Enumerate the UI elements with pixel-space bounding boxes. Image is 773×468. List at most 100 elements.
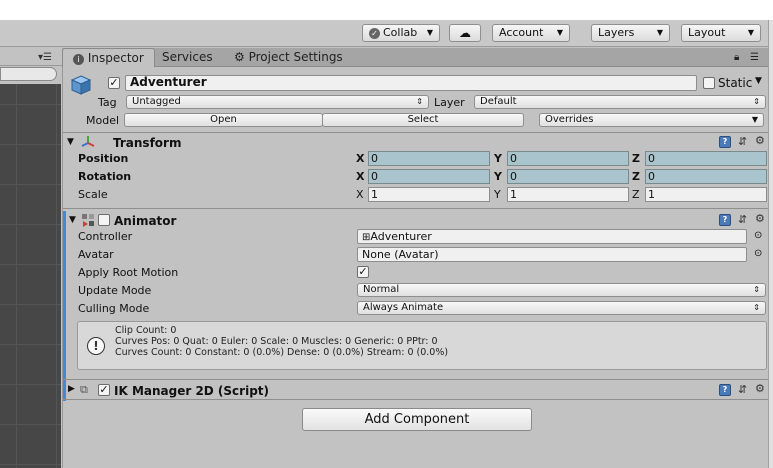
tag-label: Tag [98, 96, 117, 109]
transform-title: Transform [113, 136, 182, 150]
tab-services-label: Services [162, 50, 213, 64]
component-highlight-bar [63, 211, 66, 401]
updown-arrow-icon: ⇕ [753, 285, 760, 294]
static-dropdown-arrow-icon[interactable]: ▼ [755, 76, 762, 86]
tab-project-settings[interactable]: ⚙ Project Settings [234, 48, 343, 67]
settings-gear-icon[interactable]: ⚙ [755, 212, 765, 225]
apply-root-motion-checkbox[interactable]: ✓ [357, 266, 369, 278]
info-icon: i [73, 54, 84, 65]
tab-inspector-label: Inspector [87, 51, 144, 65]
gameobject-name-field[interactable]: Adventurer [125, 75, 697, 91]
divider [63, 379, 773, 380]
layer-label: Layer [434, 96, 465, 109]
help-book-icon[interactable]: ? [719, 136, 731, 148]
updown-arrow-icon: ⇕ [416, 97, 423, 106]
update-mode-dropdown[interactable]: Normal ⇕ [357, 283, 766, 297]
controller-field[interactable]: ⊞Adventurer [357, 229, 747, 244]
foldout-arrow-icon[interactable]: ▼ [69, 215, 76, 225]
divider [63, 399, 773, 400]
position-y-field[interactable]: 0 [507, 151, 629, 166]
panel-menu-icon[interactable]: ☰ [750, 48, 759, 67]
info-line-3: Curves Count: 0 Constant: 0 (0.0%) Dense… [115, 347, 449, 358]
overrides-label: Overrides [545, 114, 594, 125]
cloud-icon: ☁ [459, 26, 471, 40]
layer-value: Default [480, 96, 517, 107]
position-label: Position [78, 152, 129, 165]
dropdown-arrow-icon: ▼ [751, 115, 758, 124]
tab-services[interactable]: Services [162, 48, 213, 67]
rotation-z-field[interactable]: 0 [645, 169, 767, 184]
hierarchy-search-field[interactable] [0, 67, 57, 81]
dropdown-arrow-icon: ▼ [656, 28, 663, 37]
inspector-tab-bar: i Inspector Services ⚙ Project Settings … [62, 48, 773, 67]
collab-button[interactable]: ✓ Collab ▼ [362, 24, 440, 42]
tag-dropdown[interactable]: Untagged ⇕ [126, 95, 429, 109]
overrides-dropdown[interactable]: Overrides ▼ [539, 113, 764, 127]
lock-icon[interactable]: 🔒︎ [734, 48, 739, 67]
preset-sliders-icon[interactable]: ⇵ [738, 135, 747, 148]
scene-view[interactable] [0, 84, 61, 468]
position-x-field[interactable]: 0 [368, 151, 490, 166]
info-line-1: Clip Count: 0 [115, 325, 177, 336]
culling-mode-dropdown[interactable]: Always Animate ⇕ [357, 301, 766, 315]
rotation-x-field[interactable]: 0 [368, 169, 490, 184]
open-button[interactable]: Open [124, 113, 323, 127]
gameobject-active-checkbox[interactable]: ✓ [108, 77, 120, 89]
foldout-arrow-icon[interactable]: ▼ [67, 137, 74, 147]
scale-y-axis: Y [494, 188, 501, 201]
scale-x-axis: X [356, 188, 364, 201]
layers-dropdown[interactable]: Layers ▼ [591, 24, 670, 42]
preset-sliders-icon[interactable]: ⇵ [738, 383, 747, 396]
main-toolbar: ✓ Collab ▼ ☁ Account ▼ Layers ▼ Layout ▼ [0, 20, 773, 47]
animator-info-box: Clip Count: 0 Curves Pos: 0 Quat: 0 Eule… [77, 321, 767, 370]
panel-menu-icon[interactable]: ▾☰ [38, 52, 52, 63]
position-z-field[interactable]: 0 [645, 151, 767, 166]
scale-x-field[interactable]: 1 [368, 187, 490, 202]
position-x-axis: X [356, 152, 365, 165]
layer-dropdown[interactable]: Default ⇕ [474, 95, 766, 109]
window-edge [768, 20, 773, 468]
controller-label: Controller [78, 230, 133, 243]
settings-gear-icon[interactable]: ⚙ [755, 382, 765, 395]
help-book-icon[interactable]: ? [719, 384, 731, 396]
object-picker-icon[interactable]: ⊙ [754, 230, 762, 241]
account-button[interactable]: Account ▼ [492, 24, 570, 42]
collab-label: Collab [383, 26, 418, 39]
avatar-field[interactable]: None (Avatar) [357, 247, 747, 262]
preset-sliders-icon[interactable]: ⇵ [738, 213, 747, 226]
divider [63, 132, 773, 133]
rotation-label: Rotation [78, 170, 132, 183]
object-picker-icon[interactable]: ⊙ [754, 248, 762, 259]
top-white-strip [0, 0, 773, 20]
gameobject-cube-icon [70, 74, 92, 96]
rotation-z-axis: Z [632, 170, 640, 183]
add-component-button[interactable]: Add Component [302, 408, 532, 431]
updown-arrow-icon: ⇕ [753, 97, 760, 106]
help-book-icon[interactable]: ? [719, 214, 731, 226]
layout-dropdown[interactable]: Layout ▼ [681, 24, 761, 42]
foldout-collapsed-arrow-icon[interactable]: ▶ [68, 384, 75, 394]
update-mode-label: Update Mode [78, 284, 152, 297]
scene-tab-bar [0, 48, 62, 66]
update-mode-value: Normal [363, 284, 400, 295]
rotation-x-axis: X [356, 170, 365, 183]
animator-icon [81, 213, 95, 227]
warning-icon: ! [87, 337, 105, 355]
ik-manager-enabled-checkbox[interactable]: ✓ [98, 384, 110, 396]
updown-arrow-icon: ⇕ [753, 303, 760, 312]
scale-y-field[interactable]: 1 [507, 187, 629, 202]
dropdown-arrow-icon: ▼ [426, 28, 433, 37]
tab-inspector[interactable]: i Inspector [62, 48, 155, 67]
rotation-y-field[interactable]: 0 [507, 169, 629, 184]
culling-mode-label: Culling Mode [78, 302, 150, 315]
avatar-label: Avatar [78, 248, 114, 261]
cloud-button[interactable]: ☁ [449, 24, 481, 42]
scale-z-field[interactable]: 1 [645, 187, 767, 202]
static-checkbox[interactable] [703, 77, 715, 89]
dropdown-arrow-icon: ▼ [556, 28, 563, 37]
select-button[interactable]: Select [322, 113, 524, 127]
gear-icon: ⚙ [234, 50, 245, 64]
layout-label: Layout [688, 26, 726, 39]
settings-gear-icon[interactable]: ⚙ [755, 134, 765, 147]
animator-enabled-checkbox[interactable] [98, 214, 110, 226]
